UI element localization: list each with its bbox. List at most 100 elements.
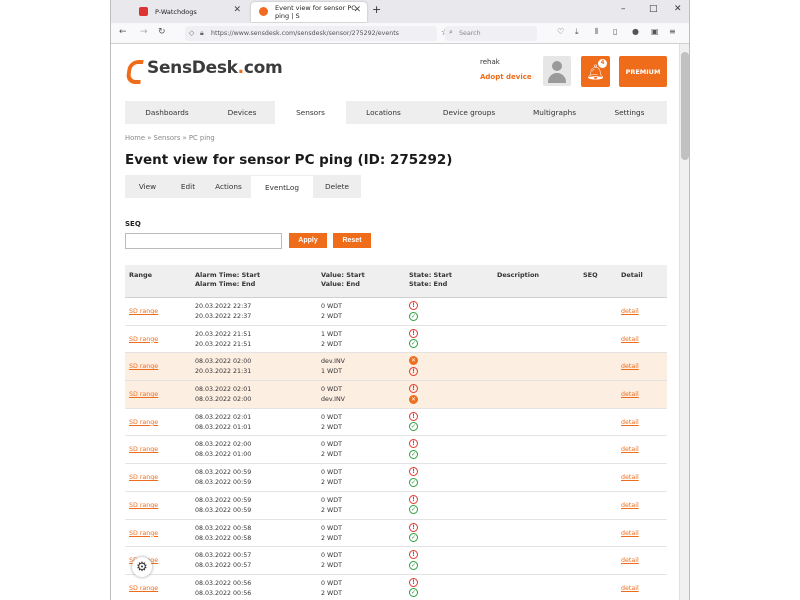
ok-check-icon: ✓ — [409, 588, 418, 598]
alarm-time: 08.03.2022 00:56 08.03.2022 00:56 — [195, 579, 252, 597]
nav-item-multigraphs[interactable]: Multigraphs — [517, 101, 592, 124]
extension-icon[interactable]: ▣ — [651, 27, 659, 36]
nav-item-settings[interactable]: Settings — [592, 101, 667, 124]
sd-range-link[interactable]: SD range — [129, 362, 158, 372]
adopt-device-link[interactable]: Adopt device — [480, 73, 532, 81]
alarm-exclamation-icon: ! — [409, 494, 418, 504]
ok-check-icon: ✓ — [409, 477, 418, 487]
alarm-time: 08.03.2022 00:57 08.03.2022 00:57 — [195, 552, 252, 570]
minimize-button[interactable]: – — [621, 4, 626, 14]
sd-range-link[interactable]: SD range — [129, 307, 158, 317]
nav-item-sensors[interactable]: Sensors — [275, 101, 346, 124]
sd-range-link[interactable]: SD range — [129, 418, 158, 428]
table-row: SD range08.03.2022 00:5708.03.2022 00:57… — [125, 547, 667, 575]
detail-link[interactable]: detail — [621, 529, 639, 539]
detail-link[interactable]: detail — [621, 362, 639, 372]
seq-filter-input[interactable] — [125, 233, 282, 249]
header-description: Description — [497, 271, 540, 279]
close-tab-icon[interactable]: ✕ — [233, 5, 241, 15]
ok-check-icon: ✓ — [409, 533, 418, 542]
header-state-end: State: End — [409, 280, 448, 288]
sd-range-link[interactable]: SD range — [129, 390, 158, 400]
header-value-start: Value: Start — [321, 271, 365, 279]
new-tab-button[interactable]: + — [372, 3, 381, 16]
account-icon[interactable]: ● — [632, 27, 639, 36]
forward-arrow-icon[interactable]: → — [140, 27, 148, 37]
notification-count-badge: 4 — [598, 59, 607, 68]
apply-button[interactable]: Apply — [289, 233, 327, 248]
breadcrumb[interactable]: Home » Sensors » PC ping — [125, 134, 215, 142]
state: ! ✓ — [409, 550, 418, 571]
value: 0 WDT dev.INV — [321, 386, 345, 404]
detail-link[interactable]: detail — [621, 556, 639, 566]
downloads-icon[interactable]: ⤓ — [575, 27, 579, 37]
sd-range-link[interactable]: SD range — [129, 473, 158, 483]
tab-actions[interactable]: Actions — [206, 175, 251, 198]
state: ! ✓ — [409, 467, 418, 488]
tab-strip: P-Watchdogs ✕ Event view for sensor PC p… — [111, 0, 689, 23]
gear-icon[interactable]: ⚙ — [132, 557, 152, 577]
sd-range-link[interactable]: SD range — [129, 335, 158, 345]
sidebar-icon[interactable]: ▯ — [613, 27, 617, 36]
detail-link[interactable]: detail — [621, 445, 639, 455]
sd-range-link[interactable]: SD range — [129, 529, 158, 539]
sensdesk-logo[interactable]: SensDesk.com — [125, 57, 283, 79]
close-window-button[interactable]: ✕ — [674, 4, 682, 14]
alarm-time: 08.03.2022 02:01 08.03.2022 01:01 — [195, 413, 252, 431]
detail-link[interactable]: detail — [621, 473, 639, 483]
scrollbar-thumb[interactable] — [681, 52, 689, 160]
state: ! ✓ — [409, 411, 418, 433]
search-input[interactable]: ⌕ Search — [445, 26, 537, 41]
header-state-start: State: Start — [409, 271, 453, 279]
premium-button[interactable]: PREMIUM — [619, 56, 667, 87]
nav-item-locations[interactable]: Locations — [346, 101, 421, 124]
nav-item-devices[interactable]: Devices — [209, 101, 275, 124]
alarm-time: 08.03.2022 00:58 08.03.2022 00:58 — [195, 524, 252, 542]
browser-tab-watchdogs[interactable]: P-Watchdogs ✕ — [131, 2, 247, 22]
detail-link[interactable]: detail — [621, 584, 639, 594]
tab-eventlog[interactable]: EventLog — [251, 175, 313, 198]
table-row: SD range 08.03.2022 02:01 08.03.2022 01:01… — [125, 408, 667, 437]
alarm-time: 08.03.2022 02:01 08.03.2022 02:00 — [195, 386, 252, 404]
avatar[interactable] — [543, 56, 571, 86]
state: ! ✓ — [409, 522, 418, 544]
nav-item-device-groups[interactable]: Device groups — [421, 101, 517, 124]
detail-link[interactable]: detail — [621, 390, 639, 400]
tab-delete[interactable]: Delete — [313, 175, 361, 198]
tab-view[interactable]: View — [125, 175, 170, 198]
table-row: SD range 08.03.2022 02:01 08.03.2022 02:00… — [125, 381, 667, 409]
header-range: Range — [129, 271, 153, 279]
library-icon[interactable]: ⫴ — [595, 27, 598, 37]
reset-button[interactable]: Reset — [333, 233, 371, 248]
back-arrow-icon[interactable]: ← — [119, 27, 127, 37]
header-value-end: Value: End — [321, 280, 360, 288]
table-row: SD range 08.03.2022 02:00 20.03.2022 21:31… — [125, 353, 667, 382]
maximize-button[interactable]: □ — [649, 4, 658, 14]
header-seq: SEQ — [583, 271, 598, 279]
sd-range-link[interactable]: SD range — [129, 501, 158, 511]
alarm-exclamation-icon: ! — [409, 522, 418, 532]
detail-link[interactable]: detail — [621, 418, 639, 428]
nav-item-dashboards[interactable]: Dashboards — [125, 101, 209, 124]
state: ✕! — [409, 356, 418, 377]
sd-range-link[interactable]: SD range — [129, 445, 158, 455]
events-table: Range Alarm Time: Start Alarm Time: End … — [125, 265, 667, 600]
menu-icon[interactable]: ≡ — [669, 27, 676, 36]
table-row: SD range 20.03.2022 22:37 20.03.2022 22:37… — [125, 298, 667, 326]
pocket-icon[interactable]: ♡ — [557, 27, 564, 36]
detail-link[interactable]: detail — [621, 335, 639, 345]
tab-edit[interactable]: Edit — [170, 175, 206, 198]
shield-icon: ◇ — [189, 29, 195, 37]
close-tab-icon[interactable]: ✕ — [353, 5, 361, 15]
invalid-x-icon: ✕ — [409, 356, 418, 366]
detail-link[interactable]: detail — [621, 501, 639, 511]
lock-icon: 🔒︎ — [200, 29, 204, 37]
browser-tab-event-view[interactable]: Event view for sensor PC ping | S ✕ — [251, 2, 367, 22]
sd-range-link[interactable]: SD range — [129, 584, 158, 594]
invalid-x-icon: ✕ — [409, 394, 418, 404]
address-bar[interactable]: ◇ 🔒︎ https://www.sensdesk.com/sensdesk/s… — [185, 26, 449, 41]
header-detail: Detail — [621, 271, 643, 279]
detail-link[interactable]: detail — [621, 307, 639, 317]
reload-icon[interactable]: ↻ — [158, 27, 166, 37]
table-header: Range Alarm Time: Start Alarm Time: End … — [125, 265, 667, 298]
